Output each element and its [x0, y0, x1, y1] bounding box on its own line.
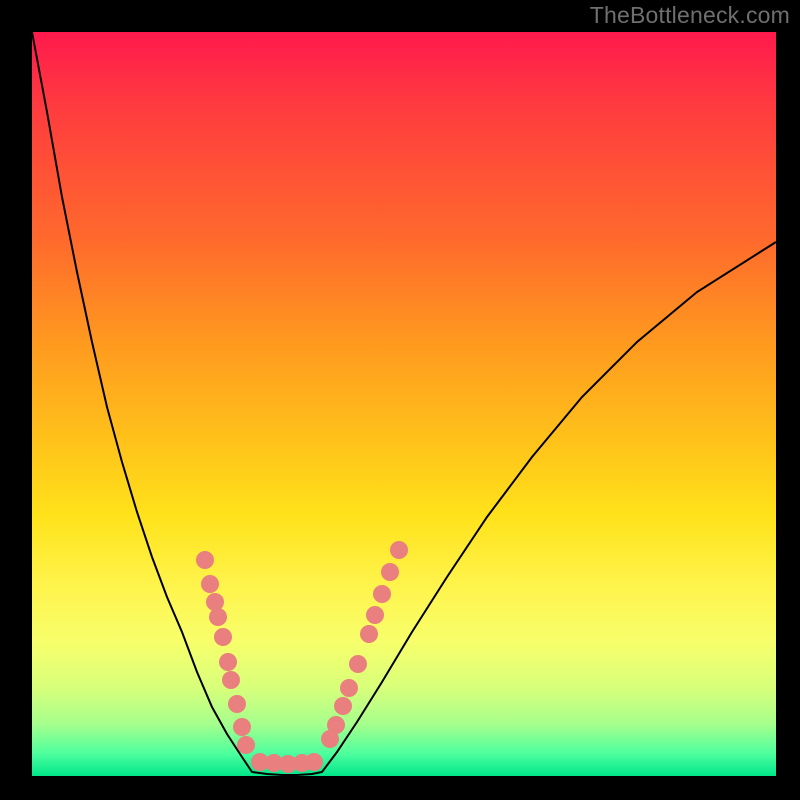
data-point [373, 585, 391, 603]
data-point [201, 575, 219, 593]
data-point [381, 563, 399, 581]
data-point [340, 679, 358, 697]
data-point [233, 718, 251, 736]
data-point [360, 625, 378, 643]
watermark-text: TheBottleneck.com [590, 2, 790, 29]
chart-canvas: TheBottleneck.com [0, 0, 800, 800]
data-point [219, 653, 237, 671]
bottleneck-curve [32, 32, 776, 775]
data-point [366, 606, 384, 624]
curve-group [32, 32, 776, 775]
data-point [237, 736, 255, 754]
data-point [327, 716, 345, 734]
data-point [334, 697, 352, 715]
data-point [228, 695, 246, 713]
data-point [349, 655, 367, 673]
data-point [222, 671, 240, 689]
data-point [206, 593, 224, 611]
data-point [196, 551, 214, 569]
dots-group [196, 541, 408, 773]
chart-svg [0, 0, 800, 800]
data-point [305, 753, 323, 771]
data-point [390, 541, 408, 559]
data-point [214, 628, 232, 646]
data-point [209, 608, 227, 626]
